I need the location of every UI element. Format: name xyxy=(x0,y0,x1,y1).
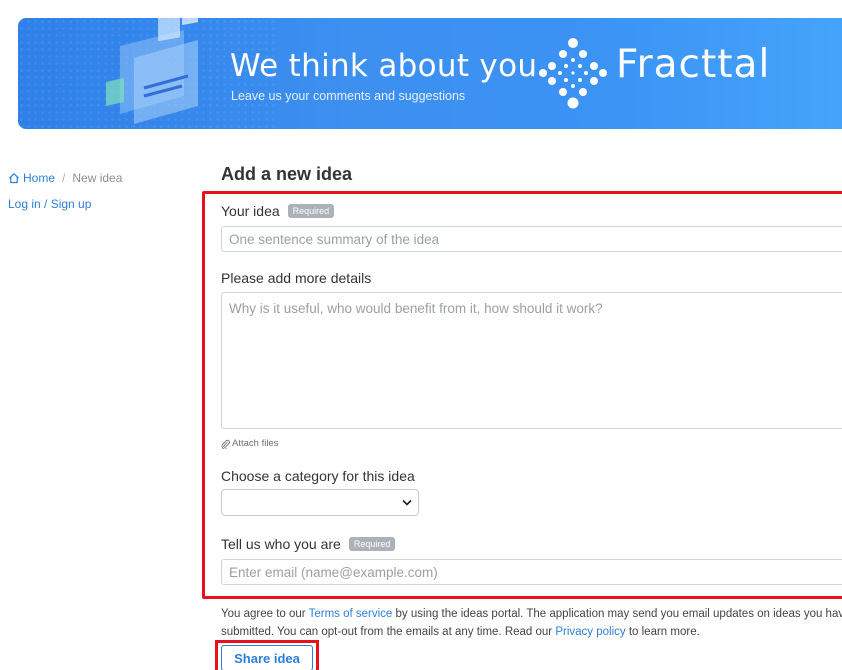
paperclip-icon xyxy=(221,439,230,449)
attach-files-link[interactable]: Attach files xyxy=(221,438,278,449)
who-label: Tell us who you are Required xyxy=(221,536,396,552)
required-badge: Required xyxy=(287,203,335,219)
header-banner: We think about you Leave us your comment… xyxy=(18,18,842,129)
idea-label: Your idea Required xyxy=(221,203,335,219)
feedback-illustration-icon xyxy=(106,18,198,124)
home-icon xyxy=(9,172,19,184)
email-input[interactable]: Enter email (name@example.com) xyxy=(221,559,842,585)
agree-suffix: to learn more. xyxy=(625,626,700,638)
details-label: Please add more details xyxy=(221,270,372,286)
terms-of-service-link[interactable]: Terms of service xyxy=(309,608,393,620)
breadcrumb-separator: / xyxy=(62,171,66,185)
breadcrumb: Home / New idea xyxy=(8,171,122,185)
category-select[interactable] xyxy=(221,489,419,516)
details-placeholder: Why is it useful, who would benefit from… xyxy=(229,301,603,316)
terms-agreement-text: You agree to our Terms of service by usi… xyxy=(221,605,842,641)
required-badge: Required xyxy=(348,536,396,552)
privacy-policy-link[interactable]: Privacy policy xyxy=(555,626,625,638)
dotted-diamond-logo-icon xyxy=(539,38,607,109)
category-label: Choose a category for this idea xyxy=(221,468,415,484)
agree-prefix: You agree to our xyxy=(221,608,309,620)
idea-label-text: Your idea xyxy=(221,203,280,219)
breadcrumb-current: New idea xyxy=(72,171,123,185)
banner-title: We think about you xyxy=(230,48,538,84)
banner-subtitle: Leave us your comments and suggestions xyxy=(231,89,466,103)
attach-files-label: Attach files xyxy=(232,438,279,449)
login-signup-link[interactable]: Log in / Sign up xyxy=(8,197,91,211)
share-idea-button[interactable]: Share idea xyxy=(221,645,313,670)
who-label-text: Tell us who you are xyxy=(221,536,341,552)
page-title: Add a new idea xyxy=(221,164,353,184)
idea-input[interactable]: One sentence summary of the idea xyxy=(221,226,842,252)
email-placeholder: Enter email (name@example.com) xyxy=(229,564,438,580)
brand-name: Fracttal xyxy=(616,42,771,87)
breadcrumb-home-label: Home xyxy=(23,171,56,185)
details-textarea[interactable]: Why is it useful, who would benefit from… xyxy=(221,292,842,429)
idea-placeholder: One sentence summary of the idea xyxy=(229,231,440,247)
breadcrumb-home-link[interactable]: Home xyxy=(8,171,55,185)
chevron-down-icon xyxy=(402,499,412,506)
